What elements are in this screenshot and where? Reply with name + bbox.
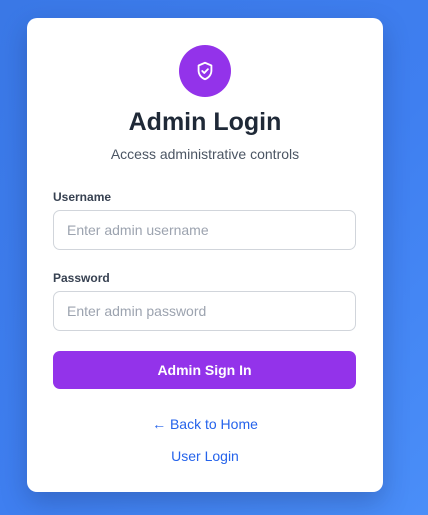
- page-subtitle: Access administrative controls: [110, 146, 300, 162]
- admin-sign-in-button[interactable]: Admin Sign In: [53, 351, 356, 389]
- shield-badge: [179, 45, 231, 97]
- shield-check-icon: [197, 61, 213, 81]
- page-title: Admin Login: [128, 108, 282, 136]
- user-login-link[interactable]: User Login: [27, 448, 383, 464]
- password-input[interactable]: [53, 291, 356, 331]
- password-label: Password: [53, 271, 110, 285]
- username-label: Username: [53, 190, 112, 204]
- login-card: Admin Login Access administrative contro…: [27, 18, 383, 492]
- username-input[interactable]: [53, 210, 356, 250]
- back-to-home-link[interactable]: ← Back to Home: [27, 416, 383, 432]
